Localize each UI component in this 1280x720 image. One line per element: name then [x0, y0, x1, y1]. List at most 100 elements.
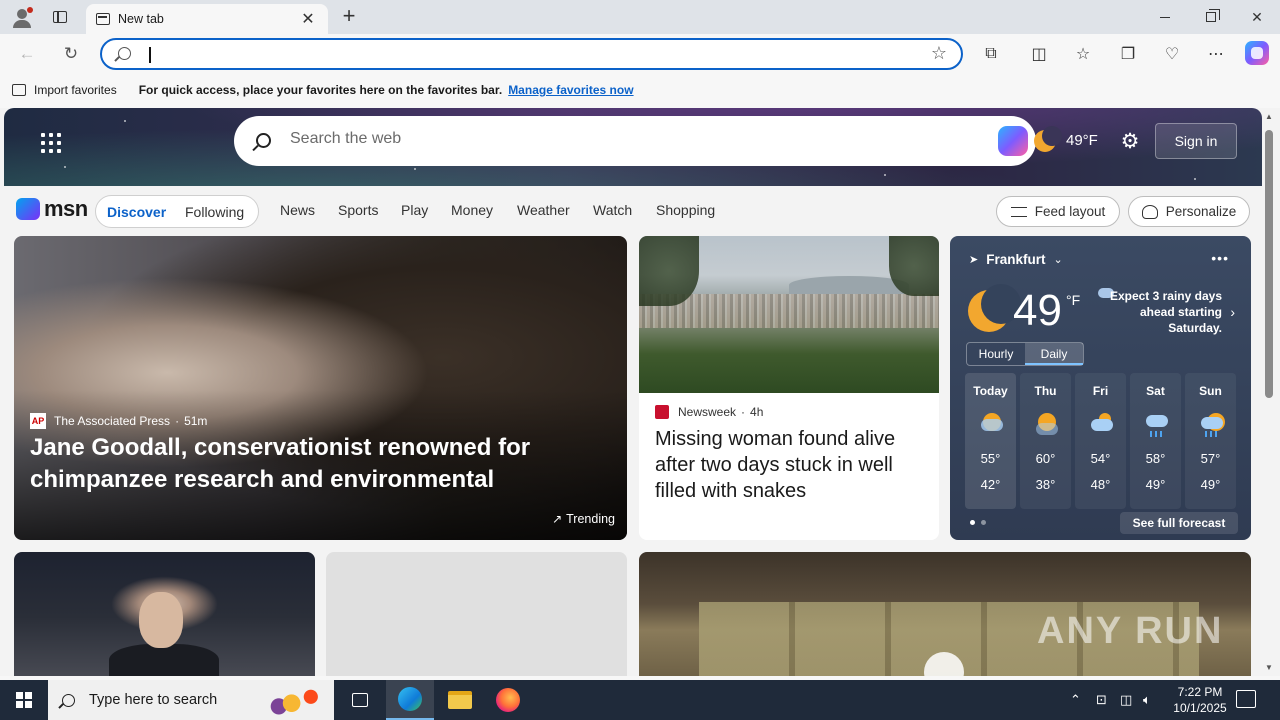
toggle-hourly[interactable]: Hourly: [967, 343, 1025, 365]
tab-discover[interactable]: Discover: [107, 204, 166, 220]
clock-date: 10/1/2025: [1173, 701, 1227, 715]
volume-icon[interactable]: 🔈︎: [1143, 680, 1151, 720]
split-screen-icon[interactable]: ◫: [1026, 41, 1052, 67]
forecast-day[interactable]: Sat 58° 49°: [1130, 373, 1181, 509]
video-story-card[interactable]: ANY RUN: [639, 552, 1251, 676]
story-source: AP The Associated Press · 51m: [30, 413, 208, 429]
collections-icon[interactable]: ❐: [1115, 41, 1141, 67]
source-name: Newsweek: [678, 405, 737, 419]
nav-item-sports[interactable]: Sports: [338, 202, 378, 218]
favorites-bar-message: For quick access, place your favorites h…: [138, 83, 503, 97]
nav-item-shopping[interactable]: Shopping: [656, 202, 715, 218]
news-story-title[interactable]: Missing woman found alive after two days…: [655, 426, 925, 504]
feed-layout-button[interactable]: Feed layout: [996, 196, 1120, 227]
settings-more-icon[interactable]: ⋯: [1203, 41, 1229, 67]
task-view-button[interactable]: [336, 680, 384, 720]
favorites-bar: Import favorites For quick access, place…: [0, 76, 1280, 104]
import-icon: [12, 84, 26, 96]
favorites-icon[interactable]: ☆: [1070, 41, 1096, 67]
copilot-search-icon[interactable]: [998, 126, 1028, 156]
feed-tab-switcher: Discover Following: [95, 195, 259, 228]
taskbar-search-placeholder: Type here to search: [89, 692, 218, 708]
show-hidden-icons[interactable]: ⌃: [1070, 680, 1081, 720]
text-caret: [149, 47, 151, 63]
nav-item-watch[interactable]: Watch: [593, 202, 632, 218]
trending-badge: ↗ Trending: [552, 512, 615, 526]
folder-icon: [448, 691, 472, 709]
temperature-unit[interactable]: °F: [1066, 292, 1080, 308]
new-tab-button[interactable]: +: [338, 5, 360, 28]
scrollbar-thumb[interactable]: [1265, 130, 1273, 398]
address-bar[interactable]: ☆: [100, 38, 963, 70]
personalize-button[interactable]: Personalize: [1128, 196, 1250, 227]
extensions-icon[interactable]: ⧉: [978, 41, 1004, 67]
sign-in-button[interactable]: Sign in: [1155, 123, 1237, 159]
trending-arrow-icon: ↗: [552, 512, 563, 526]
nav-item-weather[interactable]: Weather: [517, 202, 570, 218]
reload-button[interactable]: ↻: [58, 41, 84, 67]
sliders-icon: [1010, 206, 1027, 217]
restore-button[interactable]: [1188, 0, 1234, 34]
weather-location[interactable]: ➤ Frankfurt ⌄: [969, 252, 1063, 267]
clock-time: 7:22 PM: [1177, 685, 1223, 699]
nav-item-news[interactable]: News: [280, 202, 315, 218]
story-age: 4h: [750, 405, 764, 419]
location-arrow-icon: ➤: [969, 254, 979, 266]
scroll-up-arrow-icon[interactable]: ▲: [1265, 112, 1273, 121]
forecast-day[interactable]: Thu 60° 38°: [1020, 373, 1071, 509]
news-story-card[interactable]: Newsweek · 4h Missing woman found alive …: [639, 236, 939, 540]
forecast-day[interactable]: Fri 54° 48°: [1075, 373, 1126, 509]
taskbar-file-explorer[interactable]: [436, 680, 484, 720]
notifications-icon[interactable]: [1236, 690, 1256, 708]
carousel-pager[interactable]: [970, 520, 986, 525]
msn-logo[interactable]: msn: [16, 196, 88, 222]
personalize-icon: [1141, 204, 1158, 219]
new-tab-page-icon: [96, 13, 110, 25]
close-window-button[interactable]: ✕: [1234, 0, 1280, 34]
add-favorite-star-icon[interactable]: ☆: [931, 43, 947, 64]
tab-close-icon[interactable]: ✕: [298, 9, 318, 29]
toggle-daily[interactable]: Daily: [1025, 343, 1083, 365]
minimize-button[interactable]: [1142, 0, 1188, 34]
app-launcher-icon[interactable]: [38, 130, 64, 156]
nav-item-money[interactable]: Money: [451, 202, 493, 218]
profile-icon[interactable]: [8, 4, 36, 30]
taskbar-firefox[interactable]: [484, 680, 532, 720]
browser-essentials-icon[interactable]: ♡: [1159, 41, 1185, 67]
manage-favorites-link[interactable]: Manage favorites now: [508, 83, 633, 97]
chevron-right-icon[interactable]: ›: [1230, 304, 1235, 320]
story-card[interactable]: [14, 552, 315, 676]
windows-taskbar: Type here to search ⌃ ⊡ ◫ 🔈︎ 7:22 PM 10/…: [0, 680, 1280, 720]
web-search-box[interactable]: Search the web: [234, 116, 1036, 166]
import-favorites-label: Import favorites: [34, 83, 117, 97]
tab-actions-icon[interactable]: [48, 7, 72, 27]
story-age: 51m: [184, 414, 208, 428]
forecast-day[interactable]: Sun 57° 49°: [1185, 373, 1236, 509]
partly-cloudy-icon: [979, 413, 1003, 433]
nav-item-play[interactable]: Play: [401, 202, 428, 218]
start-button[interactable]: [0, 680, 48, 720]
settings-gear-icon[interactable]: ⚙: [1118, 130, 1142, 154]
more-options-icon[interactable]: •••: [1211, 250, 1229, 266]
weather-alert[interactable]: Expect 3 rainy days ahead starting Satur…: [1098, 288, 1222, 336]
cloudy-icon: [1089, 413, 1113, 433]
main-story-card[interactable]: AP The Associated Press · 51m Jane Gooda…: [14, 236, 627, 540]
wifi-icon[interactable]: ◫: [1120, 680, 1132, 720]
network-icon[interactable]: ⊡: [1096, 680, 1107, 720]
system-clock[interactable]: 7:22 PM 10/1/2025: [1168, 684, 1232, 716]
windows-logo-icon: [16, 692, 32, 708]
taskbar-edge[interactable]: [386, 680, 434, 720]
forecast-day[interactable]: Today 55° 42°: [965, 373, 1016, 509]
copilot-icon[interactable]: [1245, 41, 1269, 65]
see-full-forecast-button[interactable]: See full forecast: [1120, 512, 1238, 534]
tab-new-tab[interactable]: New tab ✕: [86, 4, 328, 34]
scroll-down-arrow-icon[interactable]: ▼: [1265, 663, 1273, 672]
back-button[interactable]: ←: [14, 41, 40, 67]
taskbar-search[interactable]: Type here to search: [48, 680, 334, 720]
header-temperature[interactable]: 49°F: [1066, 132, 1098, 149]
browser-toolbar: ← ↻ ☆ ⧉ ◫ ☆ ❐ ♡ ⋯: [0, 34, 1280, 74]
main-story-title[interactable]: Jane Goodall, conservationist renowned f…: [30, 432, 610, 496]
tab-following[interactable]: Following: [185, 204, 244, 220]
page-scrollbar[interactable]: ▲ ▼: [1262, 108, 1278, 676]
import-favorites-button[interactable]: Import favorites: [12, 83, 117, 97]
